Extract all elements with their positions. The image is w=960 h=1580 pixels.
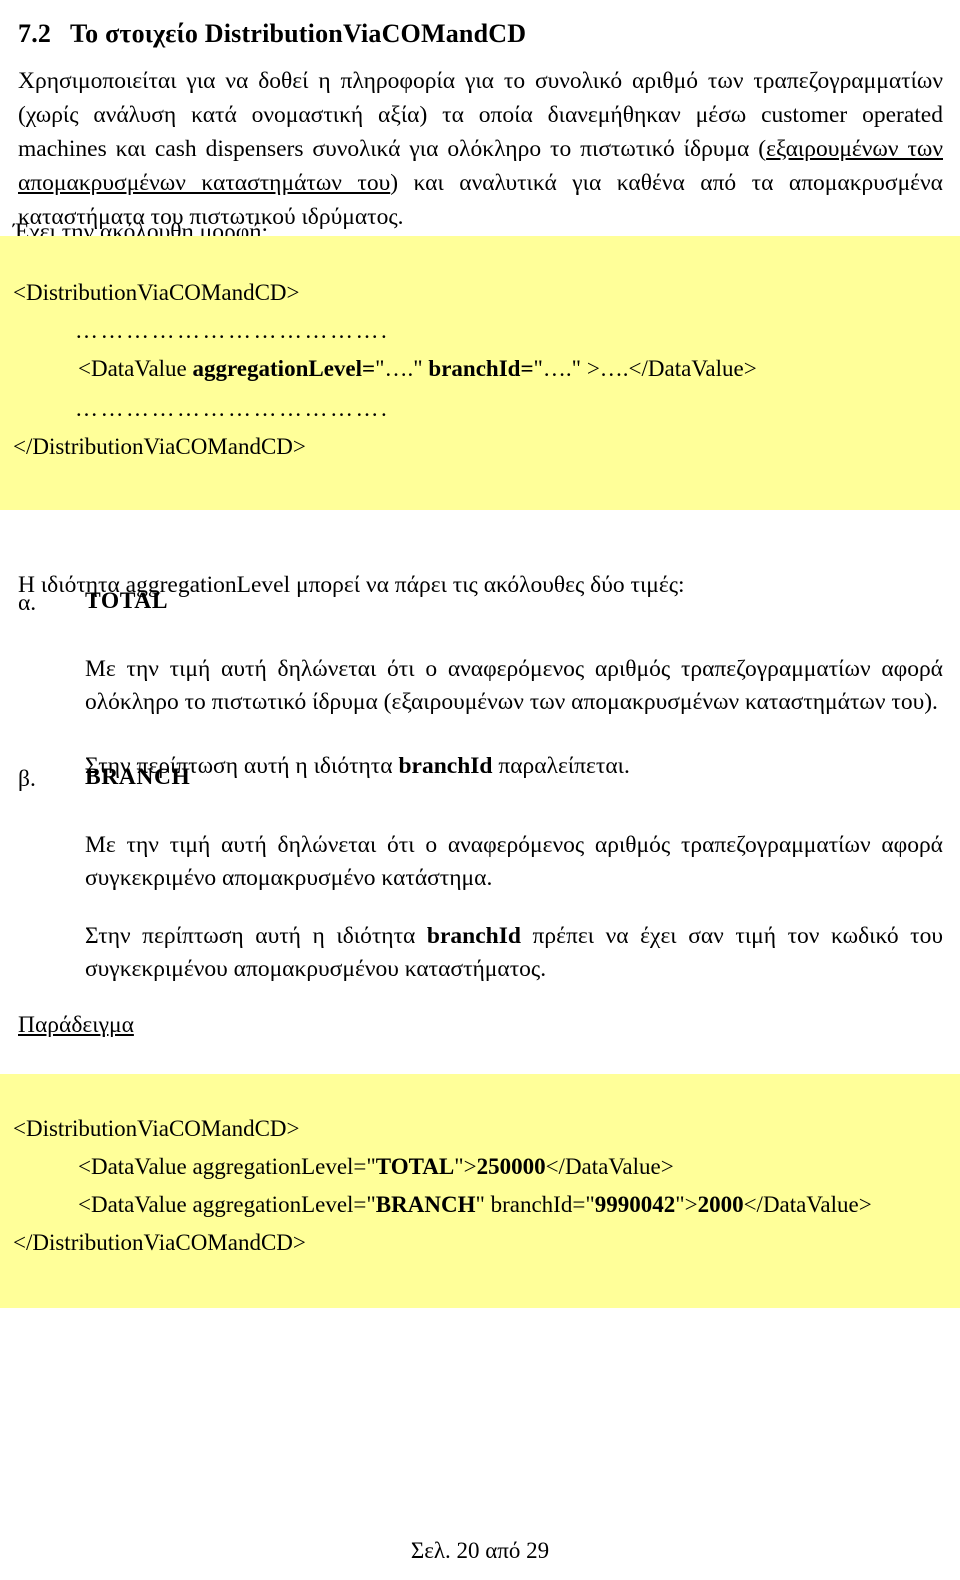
example-total-level: TOTAL xyxy=(375,1154,455,1179)
page-footer: Σελ. 20 από 29 xyxy=(410,1538,550,1563)
value-marker-alpha: α. xyxy=(18,590,37,616)
value-body-branch: Με την τιμή αυτή δηλώνεται ότι ο αναφερό… xyxy=(85,831,943,891)
syntax-close-tag: </DistributionViaCOMandCD> xyxy=(13,434,306,459)
section-heading: 7.2 Το στοιχείο DistributionViaCOMandCD xyxy=(18,19,918,49)
example-branch-suffix: </DataValue> xyxy=(743,1192,872,1217)
note-branch-prefix: Στην περίπτωση αυτή η ιδιότητα xyxy=(85,922,427,949)
example-code-block: <DistributionViaCOMandCD> <DataValue agg… xyxy=(0,1074,960,1308)
syntax-datavalue-suffix: >….</DataValue> xyxy=(581,356,757,381)
value-note-branch: Στην περίπτωση αυτή η ιδιότητα branchId … xyxy=(85,920,943,986)
example-branch-mid2: "> xyxy=(675,1192,698,1217)
value-body-total: Με την τιμή αυτή δηλώνεται ότι ο αναφερό… xyxy=(85,655,943,715)
example-label: Παράδειγμα xyxy=(18,1011,134,1038)
example-datavalue-total: <DataValue aggregationLevel="TOTAL">2500… xyxy=(78,1152,674,1182)
example-branch-value: 2000 xyxy=(697,1192,744,1217)
value-name-branch: BRANCH xyxy=(85,764,191,790)
syntax-attr-aggregationlevel: aggregationLevel= xyxy=(192,356,376,381)
syntax-attr-branchid-value: "…." xyxy=(533,356,582,381)
value-note-total: Στην περίπτωση αυτή η ιδιότητα branchId … xyxy=(85,750,943,783)
example-branch-id: 9990042 xyxy=(594,1192,676,1217)
syntax-datavalue-prefix: <DataValue xyxy=(78,356,193,381)
syntax-ellipsis-lower: ………………………………. xyxy=(75,396,390,421)
example-branch-level: BRANCH xyxy=(375,1192,476,1217)
example-total-mid: "> xyxy=(454,1154,477,1179)
note-total-attr: branchId xyxy=(398,752,493,779)
example-total-suffix: </DataValue> xyxy=(545,1154,674,1179)
section-number: 7.2 xyxy=(18,19,52,49)
intro-paragraph: Χρησιμοποιείται για να δοθεί η πληροφορί… xyxy=(18,64,943,234)
value-name-total: TOTAL xyxy=(85,588,169,614)
section-title: Το στοιχείο DistributionViaCOMandCD xyxy=(70,19,527,49)
value-marker-beta: β. xyxy=(18,766,36,792)
note-total-suffix: παραλείπεται. xyxy=(492,752,630,779)
example-open-tag: <DistributionViaCOMandCD> xyxy=(13,1116,300,1141)
syntax-ellipsis-upper: ………………………………. xyxy=(75,318,390,343)
example-branch-prefix: <DataValue aggregationLevel=" xyxy=(78,1192,376,1217)
syntax-attr-branchid: branchId= xyxy=(428,356,534,381)
syntax-code-block: <DistributionViaCOMandCD> ………………………………. … xyxy=(0,236,960,510)
example-close-tag: </DistributionViaCOMandCD> xyxy=(13,1230,306,1255)
example-total-value: 250000 xyxy=(476,1154,546,1179)
document-page: 7.2 Το στοιχείο DistributionViaCOMandCD Χ… xyxy=(0,0,960,1580)
note-branch-attr: branchId xyxy=(426,922,521,949)
syntax-open-tag: <DistributionViaCOMandCD> xyxy=(13,280,300,305)
example-datavalue-branch: <DataValue aggregationLevel="BRANCH" bra… xyxy=(78,1190,872,1220)
syntax-datavalue-line: <DataValue aggregationLevel="…." branchI… xyxy=(78,354,757,384)
example-total-prefix: <DataValue aggregationLevel=" xyxy=(78,1154,376,1179)
example-branch-mid: " branchId=" xyxy=(475,1192,595,1217)
syntax-attr-aggregationlevel-value: "…." xyxy=(375,356,423,381)
